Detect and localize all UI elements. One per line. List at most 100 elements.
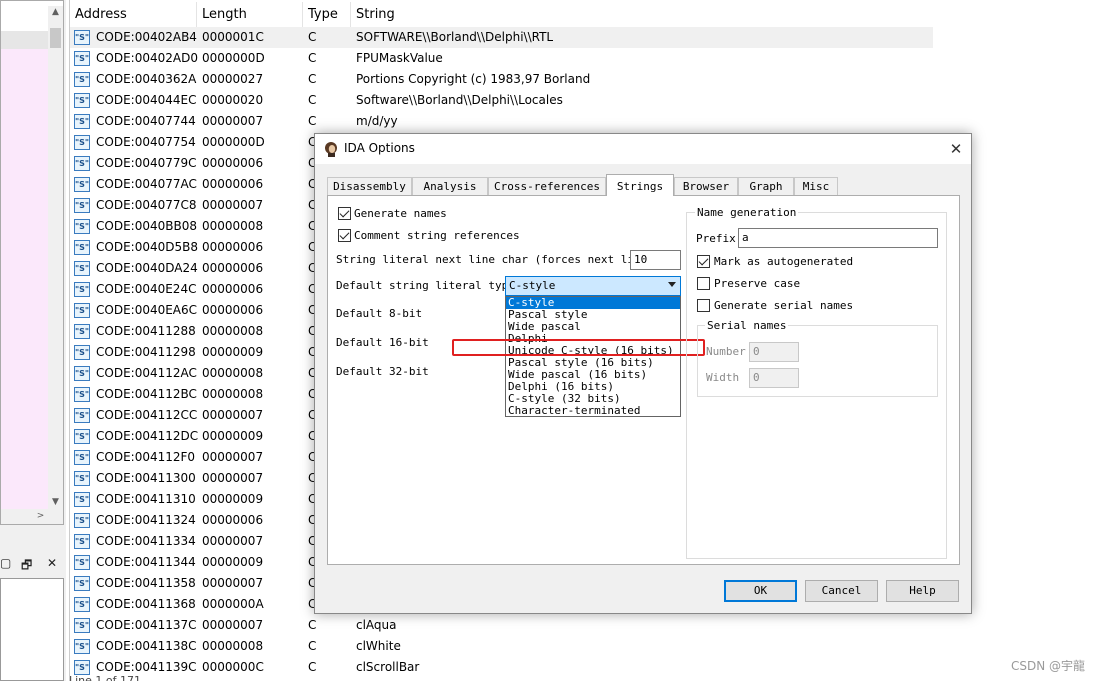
- tab-browser[interactable]: Browser: [674, 177, 738, 195]
- scroll-right-icon[interactable]: >: [33, 510, 48, 522]
- string-icon: "S": [74, 177, 90, 192]
- column-header-length[interactable]: Length: [197, 2, 303, 27]
- row-length: 00000008: [202, 324, 264, 338]
- close-window-icon[interactable]: ✕: [47, 556, 57, 570]
- left-list-highlight-area: [1, 49, 48, 509]
- string-icon: "S": [74, 471, 90, 486]
- row-address: CODE:00411298: [96, 345, 196, 359]
- row-type: C: [308, 93, 317, 107]
- string-icon: "S": [74, 30, 90, 45]
- row-length: 00000008: [202, 639, 264, 653]
- mark-autogenerated-checkbox[interactable]: [697, 255, 710, 268]
- column-header-type[interactable]: Type: [303, 2, 351, 27]
- table-row[interactable]: "S" CODE:00402AB4 0000001C C SOFTWARE\\Borla…: [70, 27, 934, 48]
- scroll-thumb[interactable]: [50, 28, 61, 48]
- row-length: 00000009: [202, 345, 264, 359]
- close-icon[interactable]: ✕: [943, 137, 969, 161]
- row-length: 00000027: [202, 72, 264, 86]
- tab-graph[interactable]: Graph: [738, 177, 794, 195]
- left-vertical-scrollbar[interactable]: ▲ ▼: [48, 6, 63, 509]
- row-length: 00000007: [202, 534, 264, 548]
- string-icon: "S": [74, 639, 90, 654]
- string-icon: "S": [74, 156, 90, 171]
- column-header-string[interactable]: String: [351, 2, 934, 27]
- row-string: m/d/yy: [356, 114, 398, 128]
- string-icon: "S": [74, 597, 90, 612]
- table-row[interactable]: "S" CODE:0041137C 00000007 CclAqua: [70, 615, 934, 636]
- row-address: CODE:00402AB4: [96, 30, 197, 44]
- left-function-list[interactable]: ▲ ▼ >: [0, 0, 64, 525]
- chevron-down-icon[interactable]: [668, 282, 676, 287]
- row-length: 0000000D: [202, 51, 265, 65]
- serial-number-input[interactable]: 0: [749, 342, 799, 362]
- row-length: 00000007: [202, 114, 264, 128]
- serial-number-label: Number: [706, 345, 746, 358]
- table-row[interactable]: "S" CODE:004044EC 00000020 C Software\\Borla…: [70, 90, 934, 111]
- row-address: CODE:00411300: [96, 471, 196, 485]
- row-address: CODE:00411358: [96, 576, 196, 590]
- prefix-input[interactable]: a: [738, 228, 938, 248]
- left-subwindow-toolbar: ▢ 🗗 ✕: [0, 554, 66, 576]
- table-row[interactable]: "S" CODE:0041138C 00000008 CclWhite: [70, 636, 934, 657]
- prefix-label: Prefix: [696, 232, 736, 245]
- scroll-down-icon[interactable]: ▼: [48, 496, 63, 508]
- comment-refs-checkbox[interactable]: [338, 229, 351, 242]
- row-address: CODE:00402AD0: [96, 51, 198, 65]
- cancel-button[interactable]: Cancel: [805, 580, 878, 602]
- serial-names-group: [697, 325, 938, 397]
- string-icon: "S": [74, 555, 90, 570]
- row-address: CODE:00407744: [96, 114, 196, 128]
- generate-serial-names-checkbox[interactable]: [697, 299, 710, 312]
- string-icon: "S": [74, 261, 90, 276]
- tab-disassembly[interactable]: Disassembly: [327, 177, 412, 195]
- row-type: C: [308, 30, 317, 44]
- string-icon: "S": [74, 534, 90, 549]
- help-button[interactable]: Help: [886, 580, 959, 602]
- generate-names-checkbox[interactable]: [338, 207, 351, 220]
- string-icon: "S": [74, 114, 90, 129]
- string-icon: "S": [74, 219, 90, 234]
- table-row[interactable]: "S" CODE:0040362A 00000027 C Portions Copyri…: [70, 69, 934, 90]
- row-type: C: [308, 51, 317, 65]
- row-address: CODE:00411344: [96, 555, 196, 569]
- restore-window-icon[interactable]: ▢: [0, 556, 11, 570]
- serial-width-input[interactable]: 0: [749, 368, 799, 388]
- default-32bit-label: Default 32-bit: [336, 365, 429, 378]
- row-address: CODE:00411288: [96, 324, 196, 338]
- row-length: 00000008: [202, 219, 264, 233]
- row-string: FPUMaskValue: [356, 51, 443, 65]
- string-icon: "S": [74, 135, 90, 150]
- default-type-select[interactable]: C-style: [505, 276, 681, 296]
- preserve-case-checkbox[interactable]: [697, 277, 710, 290]
- row-length: 00000006: [202, 156, 264, 170]
- tab-analysis[interactable]: Analysis: [412, 177, 488, 195]
- row-address: CODE:004044EC: [96, 93, 197, 107]
- row-address: CODE:004112AC: [96, 366, 197, 380]
- row-length: 00000007: [202, 408, 264, 422]
- tab-cross-references[interactable]: Cross-references: [488, 177, 606, 195]
- column-header-address[interactable]: Address: [70, 2, 197, 27]
- scroll-up-icon[interactable]: ▲: [48, 6, 63, 18]
- left-list-selected-row[interactable]: [1, 31, 48, 49]
- row-address: CODE:0040779C: [96, 156, 197, 170]
- dialog-titlebar[interactable]: IDA Options ✕: [315, 134, 971, 164]
- string-icon: "S": [74, 366, 90, 381]
- status-bar: Line 1 of 171: [69, 674, 142, 681]
- next-line-char-input[interactable]: 10: [630, 250, 681, 270]
- row-length: 0000000A: [202, 597, 264, 611]
- tab-strings[interactable]: Strings: [606, 174, 674, 196]
- row-string: clWhite: [356, 639, 401, 653]
- string-icon: "S": [74, 492, 90, 507]
- string-icon: "S": [74, 450, 90, 465]
- tab-misc[interactable]: Misc: [794, 177, 838, 195]
- row-length: 00000009: [202, 429, 264, 443]
- strings-list-header: Address Length Type String: [70, 2, 934, 27]
- dropdown-option[interactable]: Character-terminated: [506, 405, 680, 417]
- table-row[interactable]: "S" CODE:00407744 00000007 Cm/d/yy: [70, 111, 934, 132]
- left-horizontal-scrollbar[interactable]: >: [1, 509, 63, 524]
- ok-button[interactable]: OK: [724, 580, 797, 602]
- maximize-window-icon[interactable]: 🗗: [21, 556, 32, 577]
- row-address: CODE:0041138C: [96, 639, 197, 653]
- row-length: 00000007: [202, 471, 264, 485]
- table-row[interactable]: "S" CODE:00402AD0 0000000D C FPUMaskValue: [70, 48, 934, 69]
